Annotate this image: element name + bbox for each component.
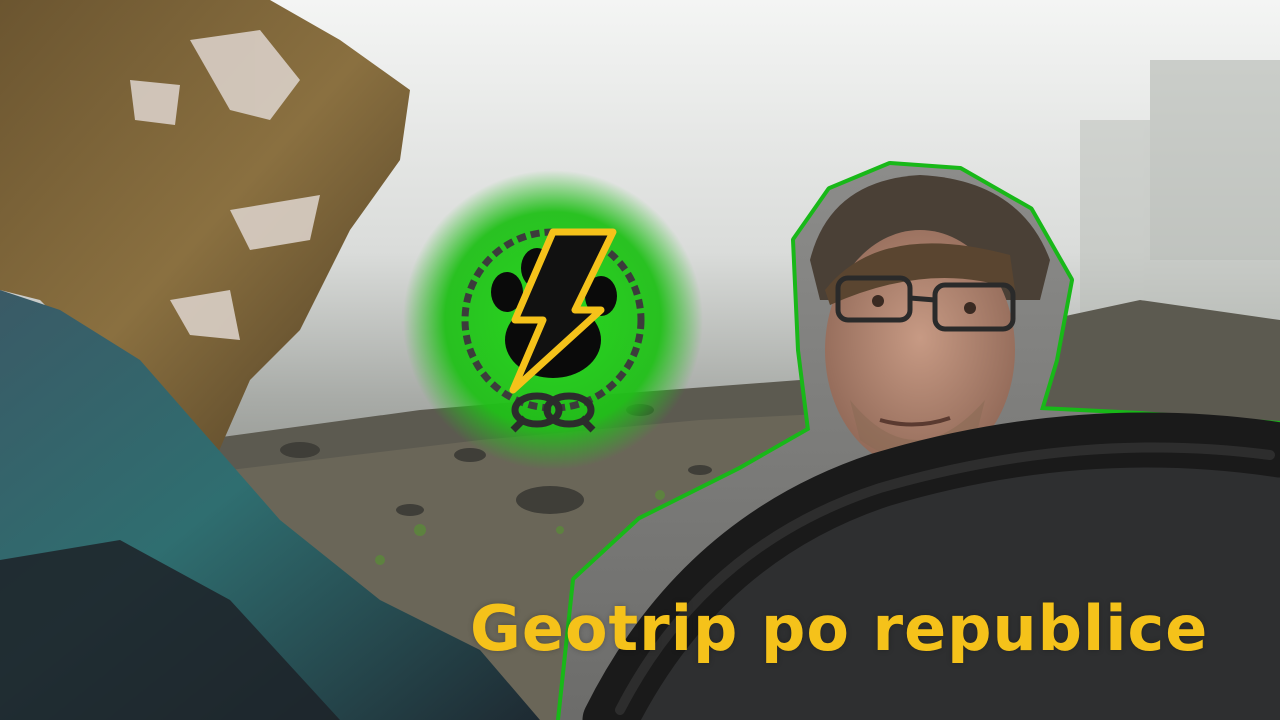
thumbnail: Geotrip po republice [0, 0, 1280, 720]
video-title: Geotrip po republice [470, 592, 1209, 665]
logo [403, 170, 703, 470]
